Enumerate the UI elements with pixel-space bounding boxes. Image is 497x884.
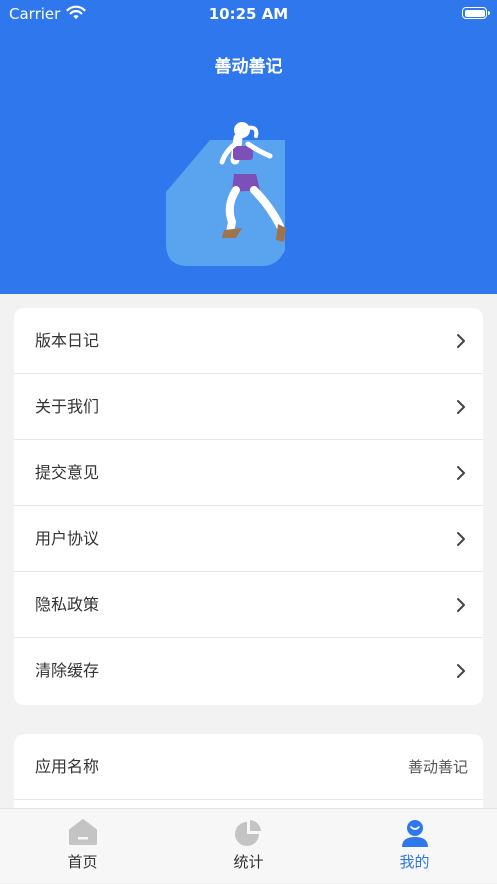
pie-chart-icon bbox=[235, 820, 261, 846]
menu-item-label: 隐私政策 bbox=[35, 595, 100, 614]
chevron-right-icon bbox=[457, 532, 465, 546]
tab-label: 我的 bbox=[399, 853, 430, 871]
settings-menu-card: 版本日记 关于我们 提交意见 用户协议 隐私政策 清除缓存 bbox=[14, 308, 483, 705]
menu-item-user-agreement[interactable]: 用户协议 bbox=[14, 506, 483, 572]
info-value: 善动善记 bbox=[407, 758, 468, 776]
home-icon bbox=[69, 819, 97, 845]
menu-item-label: 清除缓存 bbox=[35, 661, 100, 680]
menu-item-label: 提交意见 bbox=[35, 463, 100, 482]
chevron-right-icon bbox=[457, 400, 465, 414]
status-bar: Carrier 10:25 AM bbox=[0, 0, 497, 28]
menu-item-label: 关于我们 bbox=[35, 397, 100, 416]
tab-label: 统计 bbox=[233, 853, 264, 871]
chevron-right-icon bbox=[457, 598, 465, 612]
info-label: 应用名称 bbox=[35, 757, 100, 776]
menu-item-changelog[interactable]: 版本日记 bbox=[14, 308, 483, 374]
chevron-right-icon bbox=[457, 664, 465, 678]
tab-mine[interactable]: 我的 bbox=[332, 809, 497, 884]
runner-illustration bbox=[160, 110, 300, 274]
menu-item-label: 版本日记 bbox=[35, 331, 100, 350]
tab-label: 首页 bbox=[67, 853, 98, 871]
page-title: 善动善记 bbox=[214, 57, 283, 77]
profile-header: Carrier 10:25 AM 善动善记 bbox=[0, 0, 497, 294]
tab-home[interactable]: 首页 bbox=[0, 809, 165, 884]
menu-item-privacy-policy[interactable]: 隐私政策 bbox=[14, 572, 483, 638]
info-row-app-name: 应用名称 善动善记 bbox=[14, 734, 483, 800]
menu-item-about-us[interactable]: 关于我们 bbox=[14, 374, 483, 440]
chevron-right-icon bbox=[457, 466, 465, 480]
menu-item-label: 用户协议 bbox=[35, 529, 100, 548]
chevron-right-icon bbox=[457, 334, 465, 348]
battery-icon bbox=[462, 7, 490, 19]
tab-bar: 首页 统计 我的 bbox=[0, 808, 497, 883]
tab-statistics[interactable]: 统计 bbox=[166, 809, 331, 884]
user-icon bbox=[402, 820, 428, 847]
status-time: 10:25 AM bbox=[208, 5, 289, 23]
menu-item-clear-cache[interactable]: 清除缓存 bbox=[14, 638, 483, 704]
menu-item-feedback[interactable]: 提交意见 bbox=[14, 440, 483, 506]
